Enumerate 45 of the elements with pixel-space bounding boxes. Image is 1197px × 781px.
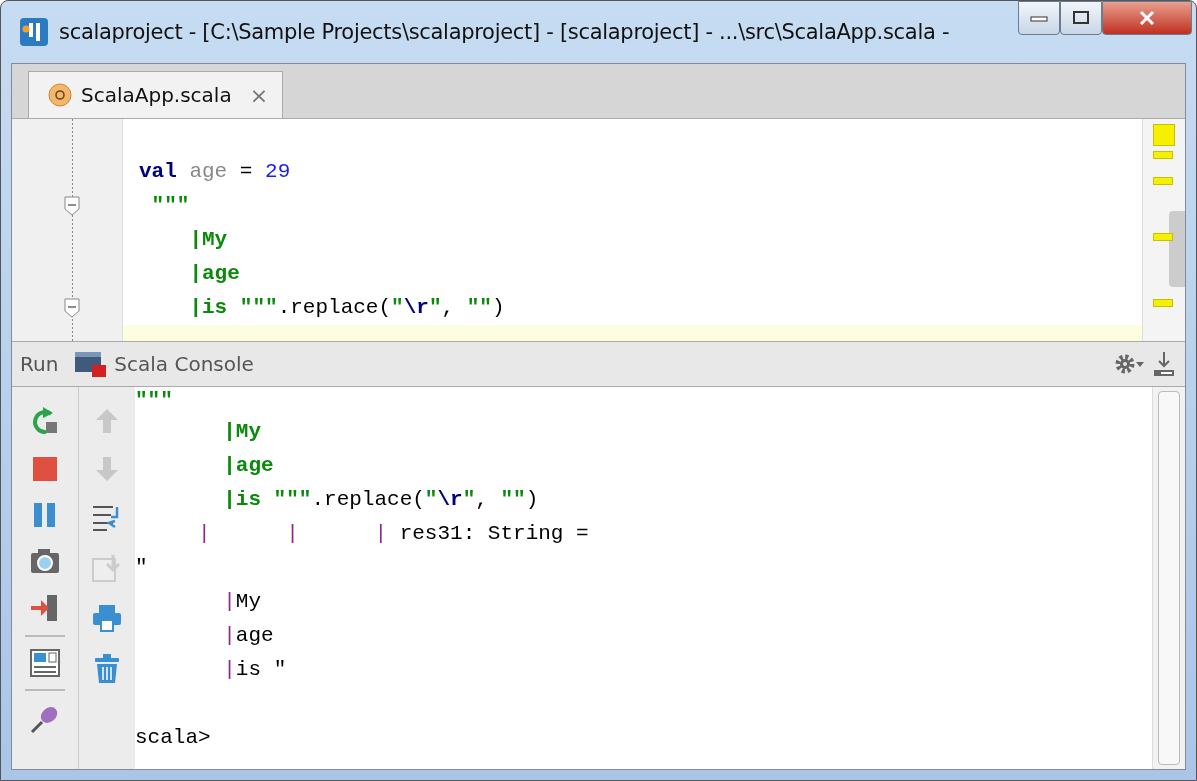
print-icon[interactable] [91,603,123,633]
console-line: |is " [222,657,288,683]
fold-marker-icon[interactable] [63,195,81,217]
code-line: |age [188,261,241,287]
warning-indicator-icon [1153,124,1175,146]
tool-window-label: Run [20,352,59,376]
stop-icon[interactable] [31,455,59,483]
warning-stripe-marker[interactable] [1153,151,1173,159]
warning-stripe-marker[interactable] [1153,233,1173,241]
minimize-button[interactable] [1018,1,1060,35]
code-line: |is """.replace("\r", "") [188,295,506,321]
warning-stripe-marker[interactable] [1153,177,1173,185]
layout-icon[interactable] [30,649,60,677]
hide-panel-icon[interactable] [1151,350,1177,378]
console-line: |is """.replace("\r", "") [222,487,540,513]
tab-close-button[interactable]: × [249,82,269,108]
code-line: val age = 29 [138,159,292,185]
console-line: |age [222,623,275,649]
window-title: scalaproject - [C:\Sample Projects\scalaproject] - [scalaproject] - ...\src\ScalaApp.scala - [59,20,950,44]
trash-icon[interactable] [92,653,122,685]
scrollbar-thumb[interactable] [1169,211,1185,287]
code-line: """ [150,193,191,219]
file-tab[interactable]: ScalaApp.scala × [28,71,284,118]
close-button[interactable] [1102,1,1192,35]
console-line: |My [222,589,263,615]
scrollbar-thumb[interactable] [1158,391,1180,765]
minimize-icon [1029,13,1049,23]
camera-icon[interactable] [30,547,60,575]
maximize-button[interactable] [1060,1,1102,35]
app-logo-icon [19,17,49,47]
tab-label: ScalaApp.scala [81,83,232,107]
console-line: scala> [135,725,212,751]
warning-stripe-marker[interactable] [1153,299,1173,307]
maximize-icon [1071,10,1091,26]
code-line: |My [188,227,229,253]
close-icon [1137,10,1157,26]
console-tab[interactable]: Scala Console [114,352,254,376]
console-icon [74,349,109,379]
console-line: | | | res31: String = [197,521,590,547]
console-line: |My [222,419,263,445]
fold-marker-icon[interactable] [63,297,81,319]
object-file-icon [47,82,73,108]
console-line: " [135,555,149,581]
console-line: """ [135,391,174,414]
console-line: |age [222,453,275,479]
